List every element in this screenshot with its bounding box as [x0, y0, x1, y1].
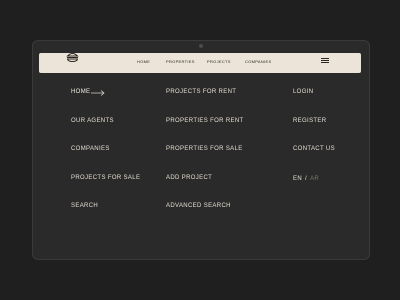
nav-home-link[interactable]: HOME: [137, 59, 150, 64]
language-en[interactable]: EN: [293, 176, 302, 182]
nav-properties-link[interactable]: PROPERTIES: [166, 59, 195, 64]
menu-item-our-agents[interactable]: OUR AGENTS: [71, 118, 114, 124]
camera-dot: [199, 44, 203, 48]
nav-companies-link[interactable]: COMPANIES: [245, 59, 271, 64]
burger-logo-icon[interactable]: [66, 52, 79, 62]
menu-item-companies[interactable]: COMPANIES: [71, 146, 110, 152]
menu-item-register[interactable]: REGISTER: [293, 118, 326, 124]
menu-item-login[interactable]: LOGIN: [293, 89, 313, 95]
language-separator: /: [305, 176, 308, 182]
arrow-right-icon: [91, 90, 105, 96]
nav-projects-link[interactable]: PROJECTS: [207, 59, 231, 64]
menu-item-add-project[interactable]: ADD PROJECT: [166, 175, 212, 181]
menu-item-contact-us[interactable]: CONTACT US: [293, 146, 335, 152]
menu-item-advanced-search[interactable]: ADVANCED SEARCH: [166, 203, 231, 209]
menu-item-projects-for-rent[interactable]: PROJECTS FOR RENT: [166, 89, 236, 95]
top-navbar: [39, 53, 361, 73]
menu-item-home[interactable]: HOME: [71, 89, 90, 95]
menu-item-properties-for-sale[interactable]: PROPERTIES FOR SALE: [166, 146, 243, 152]
hamburger-menu-icon[interactable]: [321, 58, 329, 63]
menu-item-search[interactable]: SEARCH: [71, 203, 98, 209]
language-switcher: EN / AR: [293, 176, 319, 182]
menu-item-properties-for-rent[interactable]: PROPERTIES FOR RENT: [166, 118, 244, 124]
language-ar[interactable]: AR: [310, 176, 319, 182]
menu-item-projects-for-sale[interactable]: PROJECTS FOR SALE: [71, 175, 140, 181]
